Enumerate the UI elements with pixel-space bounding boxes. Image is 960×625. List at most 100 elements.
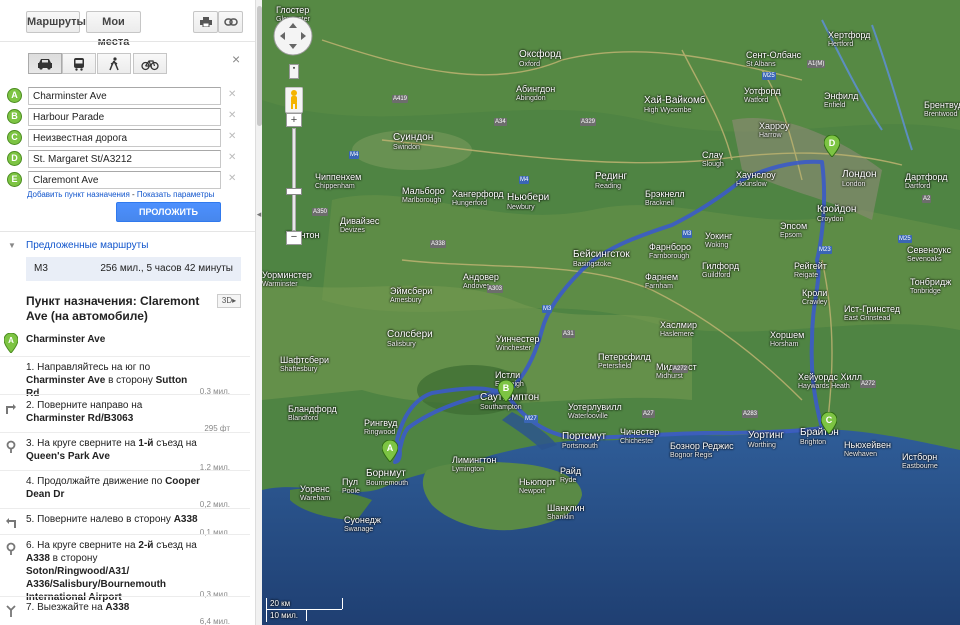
pegman-icon[interactable] xyxy=(285,87,303,113)
print-icon xyxy=(199,17,212,28)
mode-car-button[interactable] xyxy=(28,53,62,74)
step-road: A338 xyxy=(173,514,198,525)
print-button[interactable] xyxy=(193,11,218,33)
mode-transit-button[interactable] xyxy=(62,53,96,74)
city-label: Кройдон Croydon xyxy=(817,204,857,224)
merge-icon xyxy=(6,605,16,617)
city-label: Тонбридж Tonbridge xyxy=(910,277,952,295)
remove-waypoint-icon[interactable]: ✕ xyxy=(228,152,236,163)
step-item[interactable]: 1. Направляйтесь на юг по Charminster Av… xyxy=(0,356,250,399)
map-view[interactable]: ГлостерGloucester ОксфордOxford Абингдон… xyxy=(262,0,960,625)
road-shield: A272 xyxy=(860,380,877,388)
city-label: Лимингтон Lymington xyxy=(452,455,497,473)
step-item[interactable]: 4. Продолжайте движение по Cooper Dean D… xyxy=(0,470,250,509)
waypoint-marker-b[interactable]: B xyxy=(7,109,22,124)
road-shield: A272 xyxy=(672,365,689,373)
show-options-link[interactable]: Показать параметры xyxy=(137,190,214,199)
step-item[interactable]: 5. Поверните налево в сторону A338 0,1 м… xyxy=(0,508,250,537)
remove-waypoint-icon[interactable]: ✕ xyxy=(228,110,236,121)
step-text: На круге сверните на xyxy=(37,438,139,449)
suggested-routes-heading[interactable]: Предложенные маршруты xyxy=(26,240,148,251)
pan-control[interactable] xyxy=(273,16,313,56)
road-shield: M25 xyxy=(898,235,912,243)
city-label: Лондон London xyxy=(842,169,877,189)
step-number: 3. xyxy=(26,438,35,449)
bike-icon xyxy=(141,59,159,70)
svg-text:A: A xyxy=(8,336,14,345)
scale-bar: 20 км 10 мил. xyxy=(266,598,346,622)
view-3d-label: 3D xyxy=(221,296,233,305)
route-name: M3 xyxy=(34,263,48,274)
city-label: Бознор Реджис Bognor Regis xyxy=(670,441,734,459)
link-button[interactable] xyxy=(218,11,243,33)
road-shield: A2 xyxy=(922,195,932,203)
remove-waypoint-icon[interactable]: ✕ xyxy=(228,131,236,142)
city-label: Пул Poole xyxy=(342,477,360,495)
city-label: Брэкнелл Bracknell xyxy=(645,189,685,207)
city-label: Рингвуд Ringwood xyxy=(364,418,398,436)
road-shield: M27 xyxy=(524,415,538,423)
road-shield: M3 xyxy=(542,305,553,313)
city-label: Уинчестер Winchester xyxy=(496,334,540,352)
city-label: Петерсфилд Petersfield xyxy=(598,352,651,370)
road-shield: A31 xyxy=(562,330,575,338)
destination-title: Пункт назначения: Claremont Ave (на авто… xyxy=(26,294,200,323)
step-text: съезд на xyxy=(153,540,197,551)
zoom-out-button[interactable]: − xyxy=(286,231,302,245)
car-icon xyxy=(38,58,52,70)
waypoint-marker-e[interactable]: E xyxy=(7,172,22,187)
city-label: Ньюпорт Newport xyxy=(519,477,556,495)
zoom-small-icon[interactable]: ▪ xyxy=(289,64,299,79)
my-places-tab[interactable]: Мои места xyxy=(86,11,141,48)
remove-waypoint-icon[interactable]: ✕ xyxy=(228,89,236,100)
divider xyxy=(0,231,255,232)
waypoint-marker-c[interactable]: C xyxy=(7,130,22,145)
bus-icon xyxy=(74,57,84,71)
route-marker-b[interactable]: B xyxy=(498,380,514,402)
close-icon[interactable]: × xyxy=(232,51,240,67)
step-text: Продолжайте движение по xyxy=(37,476,166,487)
step-text: Выезжайте на xyxy=(37,602,106,613)
step-text: На круге сверните на xyxy=(37,540,139,551)
add-destination-link[interactable]: Добавить пункт назначения xyxy=(27,190,130,199)
waypoint-marker-d[interactable]: D xyxy=(7,151,22,166)
step-item[interactable]: 6. На круге сверните на 2-й съезд на A33… xyxy=(0,534,250,603)
road-shield: M25 xyxy=(762,72,776,80)
city-label: Шафтсбери Shaftesbury xyxy=(280,355,330,373)
waypoint-marker-a[interactable]: A xyxy=(7,88,22,103)
zoom-in-button[interactable]: + xyxy=(286,113,302,127)
city-label: Ньюбери Newbury xyxy=(507,192,550,212)
mode-bike-button[interactable] xyxy=(133,53,167,74)
remove-waypoint-icon[interactable]: ✕ xyxy=(228,173,236,184)
city-label: Эпсом Epsom xyxy=(780,221,808,239)
waypoint-row-b: B ✕ xyxy=(7,108,247,126)
view-3d-button[interactable]: 3D▸ xyxy=(217,294,241,308)
link-separator: - xyxy=(129,190,137,199)
step-item[interactable]: 3. На круге сверните на 1-й съезд на Que… xyxy=(0,432,250,472)
route-marker-a[interactable]: A xyxy=(382,440,398,462)
city-label: Уорминстер Warminster xyxy=(262,270,312,288)
step-item[interactable]: 2. Поверните направо на Charminster Rd/B… xyxy=(0,394,250,433)
city-label: Хай-Вайкомб High Wycombe xyxy=(644,95,706,115)
city-label: Фарнборо Farnborough xyxy=(649,242,691,260)
route-marker-d[interactable]: D xyxy=(824,135,840,157)
get-directions-button[interactable]: ПРОЛОЖИТЬ МАРШРУТ xyxy=(116,202,221,235)
collapse-triangle-icon[interactable]: ▼ xyxy=(8,241,16,250)
city-label: Эймсбери Amesbury xyxy=(390,286,433,304)
step-item[interactable]: 7. Выезжайте на A338 6,4 мил. xyxy=(0,596,250,625)
waypoint-input-b[interactable] xyxy=(28,108,221,126)
waypoint-input-c[interactable] xyxy=(28,129,221,147)
route-marker-c[interactable]: C xyxy=(821,412,837,434)
waypoint-input-a[interactable] xyxy=(28,87,221,105)
waypoint-input-e[interactable] xyxy=(28,171,221,189)
sidebar-scrollbar[interactable] xyxy=(255,0,262,625)
mode-walk-button[interactable] xyxy=(97,53,131,74)
zoom-slider[interactable] xyxy=(292,128,296,231)
suggested-route-item[interactable]: M3 256 мил., 5 часов 42 минуты xyxy=(26,257,241,281)
waypoint-input-d[interactable] xyxy=(28,150,221,168)
city-label: Рединг Reading xyxy=(595,171,628,191)
road-shield: M4 xyxy=(519,176,530,184)
routes-tab[interactable]: Маршруты xyxy=(26,11,86,33)
zoom-slider-handle[interactable] xyxy=(286,188,302,195)
road-shield: A329 xyxy=(580,118,597,126)
